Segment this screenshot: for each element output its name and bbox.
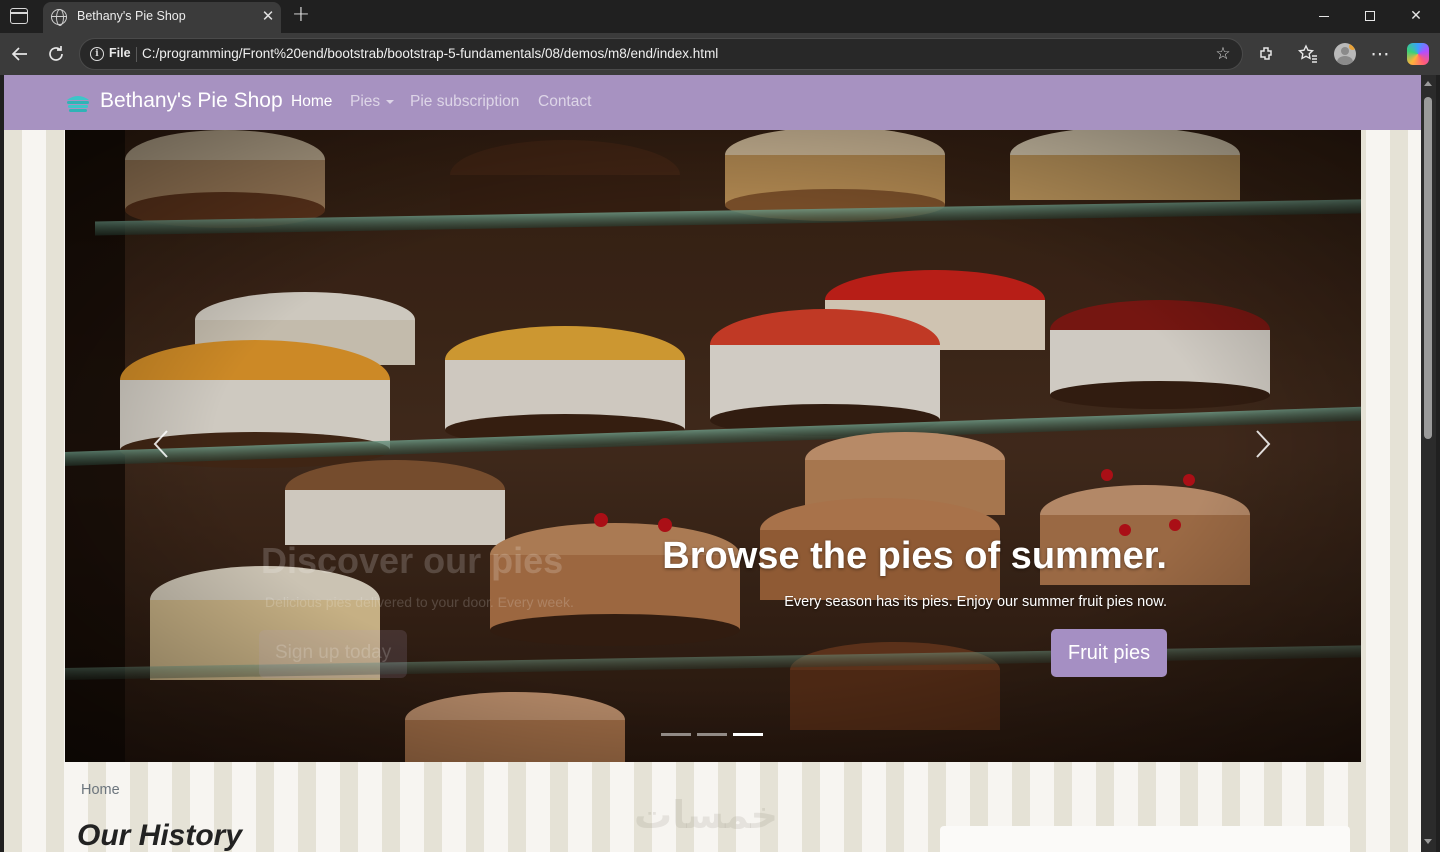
address-scheme-label: File: [109, 46, 131, 60]
reload-icon[interactable]: [45, 43, 67, 65]
browser-toolbar: i File C:/programming/Front%20end/bootst…: [0, 33, 1440, 75]
carousel-indicator-3[interactable]: [733, 733, 763, 736]
browser-tab[interactable]: Bethany's Pie Shop ✕: [43, 2, 281, 33]
watermark-logo: خمسات: [634, 793, 778, 837]
nav-home[interactable]: Home: [291, 93, 332, 111]
extensions-icon[interactable]: [1256, 43, 1278, 65]
nav-pies-dropdown[interactable]: Pies: [350, 93, 395, 111]
nav-pie-subscription[interactable]: Pie subscription: [410, 93, 519, 111]
address-bar[interactable]: i File C:/programming/Front%20end/bootst…: [79, 38, 1243, 70]
previous-slide-button-label: Sign up today: [275, 642, 392, 663]
brand-link[interactable]: Bethany's Pie Shop: [100, 89, 283, 113]
carousel-next-icon[interactable]: [1249, 421, 1277, 467]
caret-down-icon: [386, 99, 395, 104]
side-card: [940, 826, 1350, 852]
slide-caption-text: Every season has its pies. Enjoy our sum…: [784, 594, 1167, 610]
hero-carousel: Discover our pies Delicious pies deliver…: [65, 130, 1361, 762]
scroll-up-icon[interactable]: [1424, 81, 1432, 86]
slide-caption-title: Browse the pies of summer.: [662, 535, 1167, 577]
previous-slide-text: Delicious pies delivered to your door. E…: [265, 594, 574, 610]
profile-avatar-icon[interactable]: [1334, 43, 1356, 65]
carousel-indicators: [661, 733, 765, 737]
tab-close-icon[interactable]: ✕: [259, 7, 277, 25]
copilot-icon[interactable]: [1407, 43, 1429, 65]
url-text[interactable]: C:/programming/Front%20end/bootstrab/boo…: [142, 46, 718, 61]
previous-slide-title: Discover our pies: [261, 540, 564, 581]
scrollbar-thumb[interactable]: [1424, 97, 1432, 439]
close-window-button[interactable]: ✕: [1404, 5, 1428, 27]
new-tab-button[interactable]: +: [291, 4, 311, 26]
globe-icon: [51, 9, 67, 26]
page-viewport: Bethany's Pie Shop Home Pies Pie subscri…: [4, 75, 1421, 852]
page-heading: Our History: [77, 819, 243, 852]
tab-title: Bethany's Pie Shop: [77, 9, 186, 23]
carousel-indicator-2[interactable]: [697, 733, 727, 736]
back-arrow-icon[interactable]: [9, 43, 31, 65]
favorite-star-icon[interactable]: ☆: [1212, 43, 1234, 65]
maximize-button[interactable]: [1358, 5, 1382, 27]
carousel-indicator-1[interactable]: [661, 733, 691, 736]
nav-contact[interactable]: Contact: [538, 93, 591, 111]
more-icon[interactable]: ⋯: [1369, 43, 1391, 65]
page-scrollbar[interactable]: [1421, 75, 1436, 852]
browser-tab-bar: Bethany's Pie Shop ✕ + ✕: [0, 0, 1440, 33]
breadcrumb[interactable]: Home: [81, 782, 120, 798]
scroll-down-icon[interactable]: [1424, 839, 1432, 844]
carousel-prev-icon[interactable]: [147, 421, 175, 467]
fruit-pies-button[interactable]: Fruit pies: [1051, 629, 1167, 677]
info-icon[interactable]: i: [90, 47, 104, 61]
sidebar-toggle-icon[interactable]: [10, 8, 28, 24]
pie-logo-icon: [67, 96, 89, 112]
minimize-button[interactable]: [1312, 5, 1336, 27]
site-navbar: Bethany's Pie Shop Home Pies Pie subscri…: [4, 75, 1421, 130]
favorites-icon[interactable]: [1297, 43, 1319, 65]
nav-pies-label: Pies: [350, 93, 381, 110]
